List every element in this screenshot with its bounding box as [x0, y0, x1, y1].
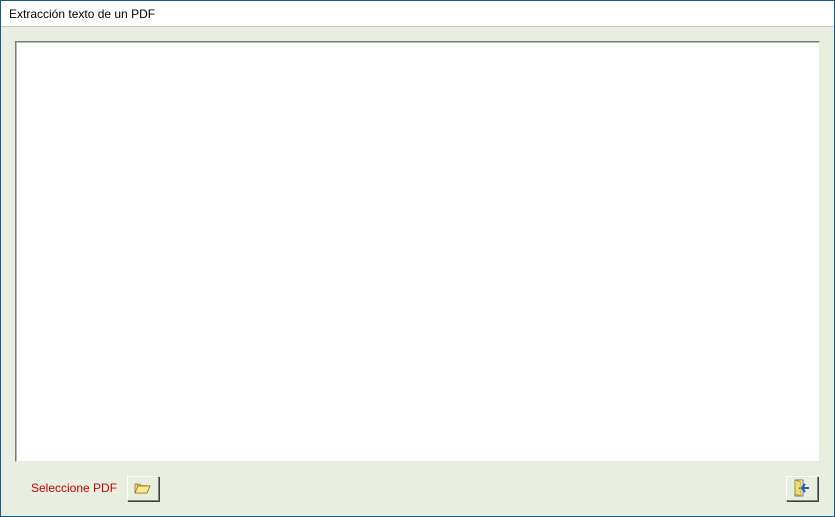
select-pdf-label: Seleccione PDF: [31, 481, 117, 495]
exit-door-icon: [793, 479, 811, 497]
client-area: Seleccione PDF: [1, 27, 834, 516]
open-folder-icon: [134, 481, 152, 495]
window-title: Extracción texto de un PDF: [9, 7, 155, 21]
bottom-toolbar: Seleccione PDF: [15, 462, 820, 506]
window-titlebar: Extracción texto de un PDF: [1, 1, 834, 27]
open-pdf-button[interactable]: [127, 476, 159, 501]
select-pdf-group: Seleccione PDF: [31, 476, 159, 501]
app-window: Extracción texto de un PDF Seleccione PD…: [0, 0, 835, 517]
extracted-text-output[interactable]: [15, 41, 820, 462]
exit-button[interactable]: [786, 476, 818, 501]
